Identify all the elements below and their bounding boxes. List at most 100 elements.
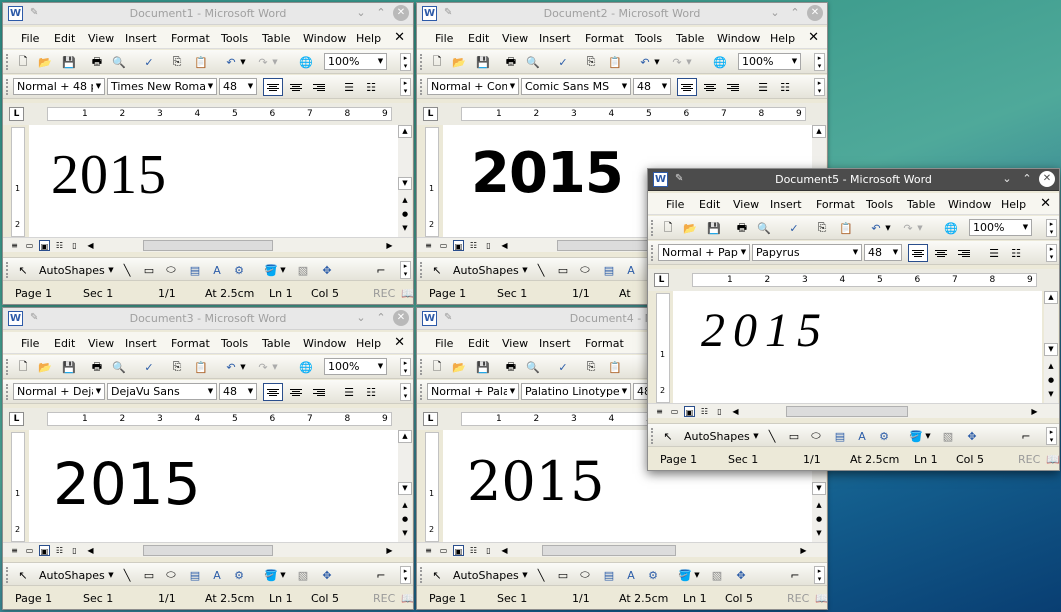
vertical-ruler[interactable]: 12 [11, 432, 25, 542]
toolbar-gripper[interactable] [420, 384, 423, 400]
normal-view-icon[interactable]: ≡ [423, 240, 434, 251]
redo-icon[interactable]: ↷ [669, 54, 685, 70]
style-select[interactable]: Normal + Palat ▼ [427, 383, 519, 400]
diagram-icon[interactable]: ⚙ [645, 567, 661, 583]
diagram-icon[interactable]: ⚙ [231, 262, 247, 278]
outline-view-icon[interactable]: ☷ [54, 545, 65, 556]
text-box-icon[interactable]: ▤ [601, 567, 617, 583]
web-view-icon[interactable]: ▭ [438, 240, 449, 251]
toolbar-options-icon[interactable]: ▸ ▾ [400, 358, 411, 376]
select-objects-icon[interactable]: ↖ [15, 262, 31, 278]
menu-edit[interactable]: Edit [54, 337, 75, 350]
numbering-icon[interactable]: ☰ [341, 79, 357, 95]
maximize-icon[interactable]: ⌃ [1019, 171, 1035, 187]
autoshapes-menu[interactable]: AutoShapes ▼ [453, 567, 528, 583]
align-right-icon[interactable] [723, 78, 743, 96]
toolbar-gripper[interactable] [6, 359, 9, 375]
word-window-document5[interactable]: W ✎ Document5 - Microsoft Word ⌄ ⌃ ✕ File … [647, 168, 1060, 471]
web-globe-icon[interactable]: 🌐 [943, 220, 959, 236]
title-bar[interactable]: W ✎ Document1 - Microsoft Word ⌄ ⌃ ✕ [3, 3, 413, 25]
minimize-icon[interactable]: ⌄ [353, 310, 369, 326]
select-objects-icon[interactable]: ↖ [660, 428, 676, 444]
open-folder-icon[interactable]: 📂 [451, 54, 467, 70]
copy-icon[interactable]: ⎘ [169, 54, 185, 70]
menu-view[interactable]: View [88, 32, 114, 45]
connector-icon[interactable]: ⌐ [373, 567, 389, 583]
document-page[interactable]: 2015 [673, 291, 1042, 403]
wordart-icon[interactable]: A [209, 262, 225, 278]
close-icon[interactable]: ✕ [393, 5, 409, 21]
toolbar-options-icon[interactable]: ▸ ▾ [814, 53, 825, 71]
vertical-ruler[interactable]: 12 [11, 127, 25, 237]
undo-dropdown-icon[interactable]: ▼ [239, 54, 247, 70]
toolbar-gripper[interactable] [651, 428, 654, 444]
status-rec[interactable]: REC [1018, 453, 1040, 466]
toolbar-gripper[interactable] [6, 79, 9, 95]
menu-window[interactable]: Window [303, 337, 346, 350]
scroll-left-icon[interactable]: ◀ [730, 406, 741, 417]
horizontal-scrollbar[interactable]: ≡ ▭ ▣ ☷ ▯ ◀ ▶ [3, 542, 413, 557]
toolbar-options-icon[interactable]: ▸ ▾ [400, 383, 411, 401]
word-window-document1[interactable]: W ✎ Document1 - Microsoft Word ⌄ ⌃ ✕ File … [2, 2, 414, 305]
chevron-down-icon[interactable]: ▼ [279, 262, 287, 278]
menu-format[interactable]: Format [585, 32, 624, 45]
numbering-icon[interactable]: ☰ [341, 384, 357, 400]
print-layout-view-icon[interactable]: ▣ [453, 545, 464, 556]
minimize-icon[interactable]: ⌄ [767, 5, 783, 21]
document-text[interactable]: 2015 [51, 143, 167, 207]
oval-icon[interactable]: ⬭ [163, 262, 179, 278]
print-preview-icon[interactable]: 🔍 [111, 54, 127, 70]
menu-format[interactable]: Format [171, 337, 210, 350]
status-rec[interactable]: REC [787, 592, 809, 605]
menu-tools[interactable]: Tools [221, 337, 248, 350]
scroll-right-icon[interactable]: ▶ [384, 545, 395, 556]
previous-page-icon[interactable]: ▲ [398, 500, 412, 513]
line-icon[interactable]: ╲ [533, 262, 549, 278]
menu-table[interactable]: Table [676, 32, 704, 45]
scroll-up-icon[interactable]: ▲ [398, 430, 412, 443]
autoshapes-menu[interactable]: AutoShapes ▼ [453, 262, 528, 278]
horizontal-ruler[interactable]: 1 2 3 4 5 6 7 8 9 [47, 107, 392, 121]
numbering-icon[interactable]: ☰ [755, 79, 771, 95]
maximize-icon[interactable]: ⌃ [787, 5, 803, 21]
normal-view-icon[interactable]: ≡ [423, 545, 434, 556]
title-bar[interactable]: W ✎ Document5 - Microsoft Word ⌄ ⌃ ✕ [648, 169, 1059, 191]
undo-icon[interactable]: ↶ [223, 54, 239, 70]
font-size-select[interactable]: 48 ▼ [864, 244, 902, 261]
align-center-icon[interactable] [286, 383, 306, 401]
fill-color-icon[interactable]: 🪣 [677, 567, 693, 583]
document-close-icon[interactable]: ✕ [808, 30, 819, 45]
redo-icon[interactable]: ↷ [255, 359, 271, 375]
redo-dropdown-icon[interactable]: ▼ [271, 359, 279, 375]
font-select[interactable]: Times New Roman ▼ [107, 78, 217, 95]
copy-icon[interactable]: ⎘ [169, 359, 185, 375]
align-left-icon[interactable] [908, 244, 928, 262]
scroll-right-icon[interactable]: ▶ [798, 545, 809, 556]
document-text[interactable]: 2015 [467, 450, 604, 513]
minimize-icon[interactable]: ⌄ [999, 171, 1015, 187]
document-text[interactable]: 2015 [471, 141, 624, 206]
menu-view[interactable]: View [502, 32, 528, 45]
scroll-down-icon[interactable]: ▼ [398, 177, 412, 190]
previous-page-icon[interactable]: ▲ [1044, 361, 1058, 374]
diagram-icon[interactable]: ⚙ [231, 567, 247, 583]
line-icon[interactable]: ╲ [119, 262, 135, 278]
align-right-icon[interactable] [954, 244, 974, 262]
tab-selector[interactable]: L [423, 107, 438, 121]
print-preview-icon[interactable]: 🔍 [111, 359, 127, 375]
print-icon[interactable]: 🖶 [734, 220, 750, 236]
outline-view-icon[interactable]: ☷ [54, 240, 65, 251]
redo-dropdown-icon[interactable]: ▼ [685, 54, 693, 70]
new-document-icon[interactable]: 🗋 [15, 54, 31, 70]
toolbar-options-icon[interactable]: ▸ ▾ [1046, 244, 1057, 262]
scroll-up-icon[interactable]: ▲ [398, 125, 412, 138]
new-document-icon[interactable]: 🗋 [429, 359, 445, 375]
document-page[interactable]: 2015 [29, 125, 398, 237]
scroll-thumb[interactable] [143, 240, 273, 251]
menu-format[interactable]: Format [816, 198, 855, 211]
open-folder-icon[interactable]: 📂 [682, 220, 698, 236]
undo-dropdown-icon[interactable]: ▼ [884, 220, 892, 236]
maximize-icon[interactable]: ⌃ [373, 310, 389, 326]
document-page[interactable]: 2015 [29, 430, 398, 542]
browse-object-icon[interactable]: ● [1044, 375, 1058, 388]
